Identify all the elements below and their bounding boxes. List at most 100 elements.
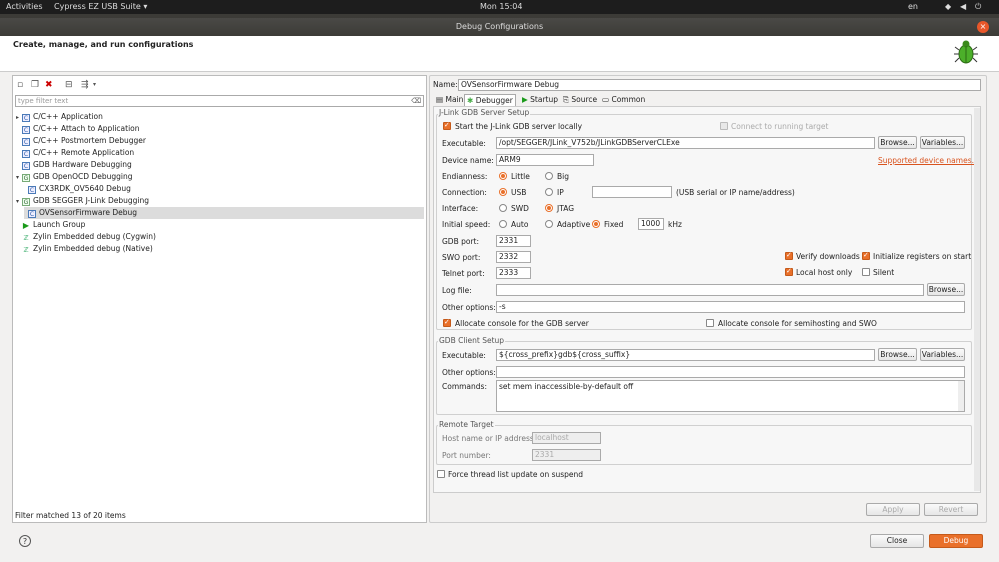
collapse-all-icon[interactable]: ⊟ [65,80,75,90]
device-name-input[interactable]: ARM9 [496,154,594,166]
tree-item-label: Launch Group [33,220,86,229]
tab-source[interactable]: ⎘ Source [561,94,599,106]
start-server-checkbox[interactable] [443,121,451,130]
tree-item-zylin-native[interactable]: ℤ Zylin Embedded debug (Native) [16,243,153,255]
c-icon: C [22,114,30,122]
app-menu[interactable]: Cypress EZ USB Suite ▾ [54,2,147,11]
tree-item-gdb-hardware[interactable]: C GDB Hardware Debugging [16,159,132,171]
filter-menu-chevron-down-icon[interactable]: ▾ [93,80,103,90]
connection-usb-radio[interactable] [499,188,507,196]
gdb-icon: G [22,174,30,182]
server-other-options-input[interactable]: -s [496,301,965,313]
log-file-input[interactable] [496,284,924,296]
speed-auto-radio[interactable] [499,220,507,228]
init-registers-checkbox[interactable] [862,251,870,260]
alloc-console-checkbox[interactable] [443,318,451,327]
usb-serial-hint: (USB serial or IP name/address) [676,188,795,197]
commands-textarea[interactable]: set mem inaccessible-by-default off [496,380,965,412]
usb-serial-input[interactable] [592,186,672,198]
connection-ip-radio[interactable] [545,188,553,196]
swo-port-input[interactable]: 2332 [496,251,531,263]
clock[interactable]: Mon 15:04 [480,2,522,11]
speed-value-input[interactable]: 1000 [638,218,664,230]
interface-jtag-radio[interactable] [545,204,553,212]
tree-item-zylin-cygwin[interactable]: ℤ Zylin Embedded debug (Cygwin) [16,231,155,243]
new-config-icon[interactable]: ▫ [17,80,27,90]
supported-devices-link[interactable]: Supported device names. [878,156,974,165]
volume-icon[interactable]: ◀ [960,2,966,11]
tree-item-cx3rdk-debug[interactable]: C CX3RDK_OV5640 Debug [28,183,131,195]
client-executable-input[interactable]: ${cross_prefix}gdb${cross_suffix} [496,349,875,361]
delete-icon[interactable]: ✖ [45,80,55,90]
window-title: Debug Configurations [455,22,544,31]
client-variables-button[interactable]: Variables... [920,348,965,361]
bug-icon [954,40,978,64]
server-browse-button[interactable]: Browse... [878,136,917,149]
connect-running-checkbox[interactable] [720,122,728,130]
endian-little-radio[interactable] [499,172,507,180]
tree-item-label: GDB Hardware Debugging [33,160,132,169]
speed-fixed-radio[interactable] [592,220,600,228]
verify-downloads-checkbox[interactable] [785,251,793,260]
header-title: Create, manage, and run configurations [13,40,194,49]
tree-item-label: GDB OpenOCD Debugging [33,172,133,181]
tree-item-cpp-attach[interactable]: C C/C++ Attach to Application [16,123,140,135]
window-close-button[interactable]: × [977,21,989,33]
language-indicator[interactable]: en [908,2,918,11]
tree-item-gdb-segger[interactable]: ▾ G GDB SEGGER J-Link Debugging [16,195,149,207]
init-registers-label: Initialize registers on start [873,252,972,261]
tree-item-label: C/C++ Postmortem Debugger [33,136,146,145]
client-browse-button[interactable]: Browse... [878,348,917,361]
filter-status: Filter matched 13 of 20 items [15,511,126,520]
force-thread-checkbox[interactable] [437,470,445,478]
tree-item-cpp-postmortem[interactable]: C C/C++ Postmortem Debugger [16,135,146,147]
duplicate-icon[interactable]: ❐ [31,80,41,90]
network-icon[interactable]: ◆ [945,2,951,11]
tree-item-launch-group[interactable]: ▶ Launch Group [16,219,85,231]
log-browse-button[interactable]: Browse... [927,283,965,296]
filter-input[interactable]: type filter text ⌫ [15,95,424,107]
tree-item-cpp-remote[interactable]: C C/C++ Remote Application [16,147,134,159]
tab-label: Startup [530,95,559,104]
debug-button[interactable]: Debug [929,534,983,548]
alloc-semihosting-checkbox[interactable] [706,319,714,327]
close-button[interactable]: Close [870,534,924,548]
telnet-port-input[interactable]: 2333 [496,267,531,279]
server-executable-input[interactable]: /opt/SEGGER/JLink_V752b/JLinkGDBServerCL… [496,137,875,149]
verify-downloads-label: Verify downloads [796,252,860,261]
silent-checkbox[interactable] [862,268,870,276]
tree-item-ovsensor-debug[interactable]: C OVSensorFirmware Debug [24,207,424,219]
tab-main[interactable]: ▤ Main [434,94,465,106]
revert-button[interactable]: Revert [924,503,978,516]
endian-big-label: Big [557,172,569,181]
apply-button[interactable]: Apply [866,503,920,516]
activities-button[interactable]: Activities [6,2,43,11]
tab-startup[interactable]: ▶ Startup [520,94,560,106]
port-number-input[interactable]: 2331 [532,449,601,461]
c-icon: C [28,186,36,194]
tree-item-label: Zylin Embedded debug (Native) [33,244,153,253]
tab-label: Main [445,95,464,104]
tree-item-label: C/C++ Application [33,112,103,121]
tree-item-gdb-openocd[interactable]: ▾ G GDB OpenOCD Debugging [16,171,132,183]
endian-big-radio[interactable] [545,172,553,180]
vertical-scrollbar[interactable] [974,108,980,491]
power-icon[interactable]: ⏻ [975,2,981,12]
server-variables-button[interactable]: Variables... [920,136,965,149]
tab-debugger[interactable]: ✱ Debugger [464,94,516,106]
host-input[interactable]: localhost [532,432,601,444]
client-other-options-input[interactable] [496,366,965,378]
commands-scrollbar[interactable] [958,381,964,411]
tab-common[interactable]: ▭ Common [600,94,647,106]
help-icon[interactable]: ? [19,535,31,547]
zylin-icon: ℤ [23,234,29,242]
gdb-port-input[interactable]: 2331 [496,235,531,247]
commands-label: Commands: [442,382,487,391]
interface-swd-radio[interactable] [499,204,507,212]
name-input[interactable]: OVSensorFirmware Debug [458,79,981,91]
clear-filter-icon[interactable]: ⌫ [411,96,421,106]
speed-adaptive-radio[interactable] [545,220,553,228]
tree-item-cpp-application[interactable]: ▸ C C/C++ Application [16,111,103,123]
filter-icon[interactable]: ⇶ [81,80,91,90]
localhost-only-checkbox[interactable] [785,267,793,276]
